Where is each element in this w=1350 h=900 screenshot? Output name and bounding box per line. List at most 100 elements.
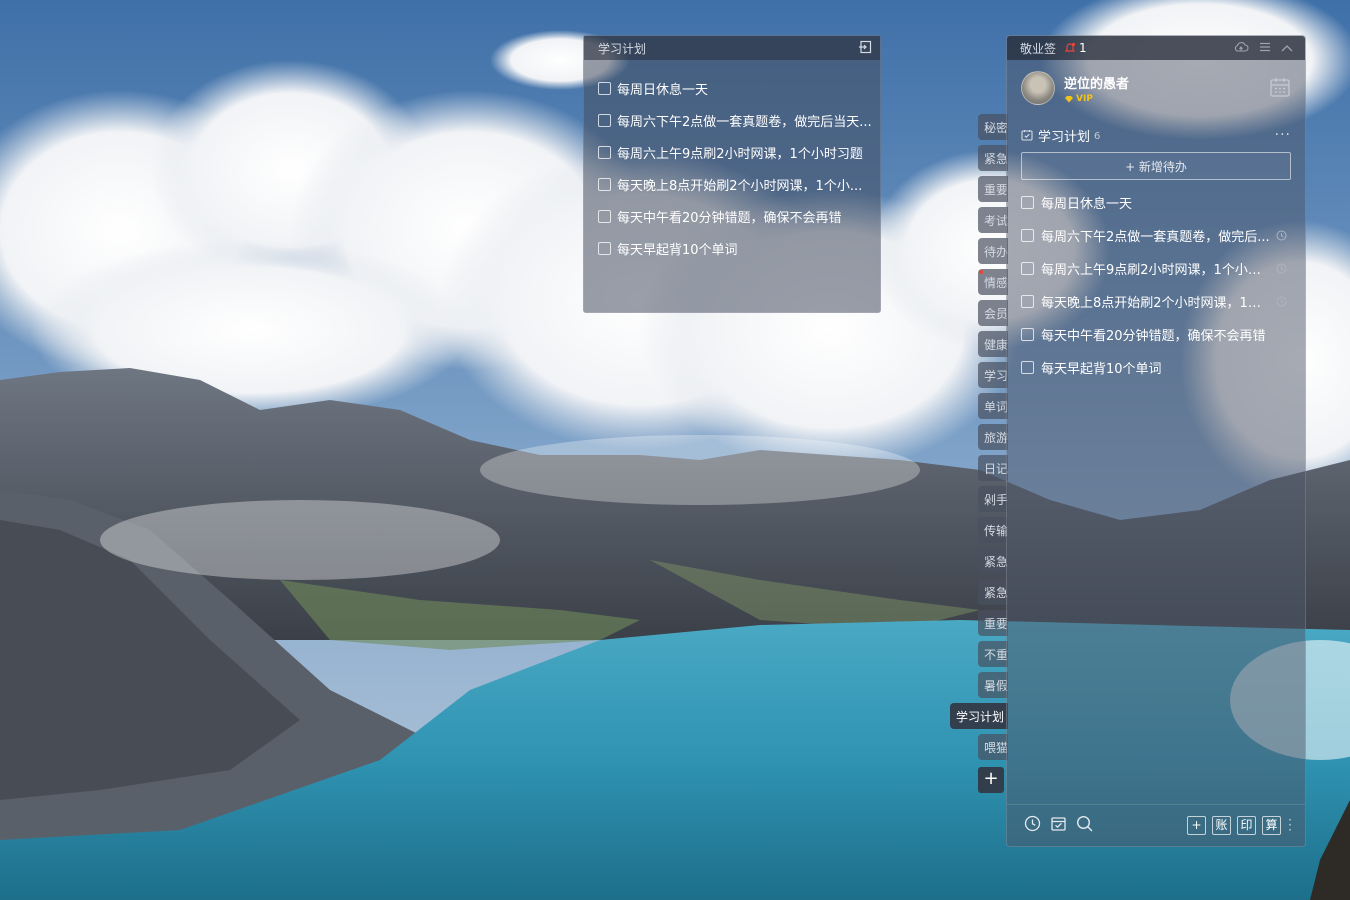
- todo-checkbox[interactable]: [1021, 196, 1034, 209]
- tab-category[interactable]: 喂猫: [978, 734, 1008, 760]
- tab-category[interactable]: 不重: [978, 641, 1008, 667]
- user-name[interactable]: 逆位的愚者: [1064, 73, 1129, 92]
- floating-note-header[interactable]: 学习计划: [584, 36, 880, 60]
- user-info: 逆位的愚者 VIP: [1064, 73, 1129, 104]
- floating-note-title: 学习计划: [598, 41, 647, 56]
- clock-icon: [1024, 815, 1041, 832]
- tab-category[interactable]: 重要: [978, 610, 1008, 636]
- account-button[interactable]: 账: [1212, 816, 1231, 835]
- search-button[interactable]: [1076, 815, 1094, 836]
- list-item[interactable]: 每天晚上8点开始刷2个小时网课，1个小...: [584, 168, 880, 200]
- bell-icon: [1064, 42, 1076, 52]
- todo-checkbox[interactable]: [598, 113, 611, 127]
- tab-category[interactable]: 会员: [978, 300, 1008, 326]
- done-list-button[interactable]: [1050, 815, 1067, 836]
- list-item[interactable]: 每天晚上8点开始刷2个小时网课，1个...: [1007, 285, 1305, 318]
- cloud-sync-icon[interactable]: [1233, 41, 1249, 56]
- tab-category[interactable]: 旅游: [978, 424, 1008, 450]
- panel-titlebar[interactable]: 敬业签 1: [1007, 36, 1305, 60]
- tab-category[interactable]: 学习: [978, 362, 1008, 388]
- menu-icon[interactable]: [1259, 41, 1271, 55]
- todo-text: 每周日休息一天: [1041, 197, 1133, 212]
- vip-label: VIP: [1076, 93, 1093, 104]
- list-item[interactable]: 每天早起背10个单词: [1007, 351, 1305, 384]
- list-item[interactable]: 每周六下午2点做一套真题卷，做完后...: [1007, 219, 1305, 252]
- list-item[interactable]: 每周日休息一天: [1007, 186, 1305, 219]
- todo-text: 每天晚上8点开始刷2个小时网课，1个小...: [617, 178, 863, 194]
- todo-list-icon: [1021, 130, 1033, 141]
- print-button[interactable]: 印: [1237, 816, 1256, 835]
- calendar-button[interactable]: [1269, 76, 1291, 102]
- list-item[interactable]: 每天中午看20分钟错题，确保不会再错: [584, 200, 880, 232]
- tab-category[interactable]: 待办: [978, 238, 1008, 264]
- list-item[interactable]: 每天早起背10个单词: [584, 232, 880, 264]
- todo-checkbox[interactable]: [598, 177, 611, 191]
- app-name: 敬业签: [1020, 41, 1057, 56]
- todo-text: 每天晚上8点开始刷2个小时网课，1个...: [1041, 296, 1270, 311]
- tab-category[interactable]: 紧急: [978, 548, 1008, 574]
- add-category-button[interactable]: +: [978, 767, 1004, 793]
- tab-category[interactable]: 秘密: [978, 114, 1008, 140]
- tab-category[interactable]: 紧急: [978, 145, 1008, 171]
- todo-checkbox[interactable]: [1021, 229, 1034, 242]
- main-panel: 敬业签 1 逆位的愚者 VIP 学习计划 6 ··· + 新增待办 每周日休息一…: [1006, 35, 1306, 847]
- todo-text: 每周六上午9点刷2小时网课，1个小时习题: [617, 146, 863, 162]
- todo-text: 每天中午看20分钟错题，确保不会再错: [1041, 329, 1266, 344]
- checklist-icon: [1051, 817, 1066, 831]
- tab-category[interactable]: 考试: [978, 207, 1008, 233]
- tab-category[interactable]: 重要: [978, 176, 1008, 202]
- diamond-icon: [1065, 95, 1073, 102]
- todo-checkbox[interactable]: [598, 241, 611, 255]
- collapse-icon[interactable]: [1281, 41, 1293, 55]
- list-item[interactable]: 每周六下午2点做一套真题卷，做完后当天...: [584, 104, 880, 136]
- reminder-button[interactable]: [1024, 815, 1041, 836]
- reminder-clock-icon: [1276, 263, 1287, 274]
- todo-checkbox[interactable]: [598, 209, 611, 223]
- search-icon: [1076, 815, 1093, 832]
- list-title: 学习计划: [1038, 129, 1091, 145]
- calendar-icon: [1270, 78, 1290, 97]
- calculator-button[interactable]: 算: [1262, 816, 1281, 835]
- tab-category[interactable]: 日记: [978, 455, 1008, 481]
- list-item[interactable]: 每周六上午9点刷2小时网课，1个小时...: [1007, 252, 1305, 285]
- todo-checkbox[interactable]: [1021, 262, 1034, 275]
- list-item[interactable]: 每周六上午9点刷2小时网课，1个小时习题: [584, 136, 880, 168]
- floating-note-list: 每周日休息一天 每周六下午2点做一套真题卷，做完后当天... 每周六上午9点刷2…: [584, 60, 880, 264]
- tab-category[interactable]: 情感: [978, 269, 1008, 295]
- more-vertical-icon[interactable]: · · ·: [1287, 814, 1293, 836]
- notification-button[interactable]: 1: [1064, 41, 1087, 55]
- list-item[interactable]: 每周日休息一天: [584, 72, 880, 104]
- panel-footer: + 账 印 算 · · ·: [1007, 804, 1305, 846]
- todo-text: 每周日休息一天: [617, 82, 709, 98]
- todo-checkbox[interactable]: [1021, 295, 1034, 308]
- reminder-clock-icon: [1276, 296, 1287, 307]
- list-count: 6: [1094, 131, 1101, 142]
- tab-category[interactable]: 剁手: [978, 486, 1008, 512]
- vip-badge: VIP: [1064, 94, 1129, 104]
- todo-checkbox[interactable]: [1021, 361, 1034, 374]
- list-header: 学习计划 6 ···: [1007, 122, 1305, 148]
- todo-text: 每周六上午9点刷2小时网课，1个小时...: [1041, 263, 1270, 278]
- todo-text: 每周六下午2点做一套真题卷，做完后当天...: [617, 114, 872, 130]
- tab-category-active[interactable]: 学习计划: [950, 703, 1008, 729]
- user-section: 逆位的愚者 VIP: [1007, 60, 1305, 116]
- avatar[interactable]: [1021, 71, 1055, 105]
- tab-category[interactable]: 健康: [978, 331, 1008, 357]
- notification-count: 1: [1079, 41, 1087, 55]
- todo-list: 每周日休息一天 每周六下午2点做一套真题卷，做完后... 每周六上午9点刷2小时…: [1007, 186, 1305, 384]
- tab-category[interactable]: 单词: [978, 393, 1008, 419]
- todo-text: 每天中午看20分钟错题，确保不会再错: [617, 210, 842, 226]
- list-item[interactable]: 每天中午看20分钟错题，确保不会再错: [1007, 318, 1305, 351]
- reminder-clock-icon: [1276, 230, 1287, 241]
- exit-float-icon[interactable]: [858, 40, 872, 57]
- tab-category[interactable]: 暑假: [978, 672, 1008, 698]
- todo-text: 每天早起背10个单词: [617, 242, 738, 258]
- more-options-button[interactable]: ···: [1275, 127, 1291, 143]
- tab-category[interactable]: 传输: [978, 517, 1008, 543]
- todo-checkbox[interactable]: [598, 145, 611, 159]
- todo-checkbox[interactable]: [598, 81, 611, 95]
- add-note-button[interactable]: +: [1187, 816, 1206, 835]
- todo-checkbox[interactable]: [1021, 328, 1034, 341]
- add-todo-button[interactable]: + 新增待办: [1021, 152, 1291, 180]
- tab-category[interactable]: 紧急: [978, 579, 1008, 605]
